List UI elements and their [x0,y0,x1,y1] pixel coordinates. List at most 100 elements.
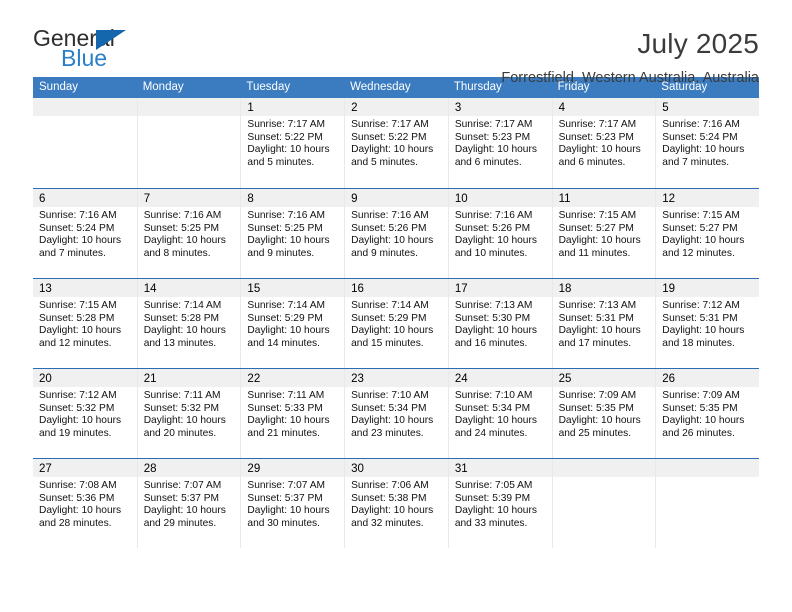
calendar-day-cell[interactable]: 27 Sunrise: 7:08 AM Sunset: 5:36 PM Dayligh… [33,459,137,548]
calendar-week-row: 27 Sunrise: 7:08 AM Sunset: 5:36 PM Dayligh… [33,458,759,548]
day-number-band [552,459,656,477]
calendar-day-cell[interactable]: 12 Sunrise: 7:15 AM Sunset: 5:27 PM Dayligh… [655,189,759,278]
daylight-text-line1: Daylight: 10 hours [39,235,122,247]
calendar-day-cell[interactable]: 25 Sunrise: 7:09 AM Sunset: 5:35 PM Dayligh… [551,369,656,458]
day-number-band: 13 [33,279,137,297]
calendar-day-cell[interactable]: 4 Sunrise: 7:17 AM Sunset: 5:23 PM Daylight… [551,98,656,188]
sunset-text: Sunset: 5:26 PM [454,222,531,234]
calendar-day-cell[interactable]: 21 Sunrise: 7:11 AM Sunset: 5:32 PM Dayligh… [136,369,241,458]
calendar-day-cell[interactable]: 23 Sunrise: 7:10 AM Sunset: 5:34 PM Dayligh… [344,369,448,458]
calendar-day-cell[interactable]: 10 Sunrise: 7:16 AM Sunset: 5:26 PM Dayligh… [447,189,552,278]
day-sun-info: Sunrise: 7:10 AM Sunset: 5:34 PM Daylight:… [345,387,448,440]
sunset-text: Sunset: 5:37 PM [247,492,323,504]
calendar-day-cell[interactable]: 15 Sunrise: 7:14 AM Sunset: 5:29 PM Dayligh… [240,279,345,368]
day-number-band: 1 [241,98,345,116]
calendar-day-cell[interactable]: 19 Sunrise: 7:12 AM Sunset: 5:31 PM Dayligh… [655,279,759,368]
day-number-band: 15 [241,279,345,297]
day-number: 13 [39,283,52,295]
day-number: 7 [143,193,151,205]
weekday-header-saturday: Saturday [661,81,708,93]
calendar-day-cell[interactable]: 16 Sunrise: 7:14 AM Sunset: 5:29 PM Dayligh… [344,279,448,368]
calendar-day-cell[interactable]: 24 Sunrise: 7:10 AM Sunset: 5:34 PM Dayligh… [447,369,552,458]
daylight-text-line1: Daylight: 10 hours [351,235,434,247]
day-number-band: 7 [137,189,241,207]
calendar-day-cell[interactable]: 13 Sunrise: 7:15 AM Sunset: 5:28 PM Dayligh… [33,279,137,368]
day-number-band [137,98,241,116]
daylight-text-line2: and 10 minutes. [454,247,528,259]
day-number-band: 23 [345,369,448,387]
calendar-day-cell[interactable]: 2 Sunrise: 7:17 AM Sunset: 5:22 PM Daylight… [344,98,448,188]
day-number-band: 26 [656,369,759,387]
sunset-text: Sunset: 5:28 PM [39,312,115,324]
calendar-day-cell[interactable]: 30 Sunrise: 7:06 AM Sunset: 5:38 PM Dayligh… [344,459,448,548]
day-sun-info: Sunrise: 7:14 AM Sunset: 5:28 PM Daylight:… [138,297,241,350]
calendar-day-cell[interactable]: 3 Sunrise: 7:17 AM Sunset: 5:23 PM Daylight… [447,98,552,188]
sunrise-text: Sunrise: 7:15 AM [39,300,117,311]
sunrise-text: Sunrise: 7:16 AM [247,210,326,221]
sunset-text: Sunset: 5:36 PM [39,492,115,504]
sunset-text: Sunset: 5:27 PM [662,222,738,234]
day-number: 28 [143,463,157,475]
sunset-text: Sunset: 5:24 PM [662,131,738,143]
day-sun-info: Sunrise: 7:17 AM Sunset: 5:22 PM Daylight:… [241,116,344,169]
calendar-cell-empty [655,459,759,548]
calendar-day-cell[interactable]: 6 Sunrise: 7:16 AM Sunset: 5:24 PM Daylight… [33,189,137,278]
day-number-band: 28 [137,459,241,477]
sunrise-text: Sunrise: 7:11 AM [247,390,325,401]
day-sun-info: Sunrise: 7:16 AM Sunset: 5:26 PM Daylight:… [449,207,552,260]
day-number-band [656,459,759,477]
daylight-text-line1: Daylight: 10 hours [558,235,641,247]
general-blue-logo[interactable]: General Blue [33,26,173,72]
day-number: 1 [247,102,254,114]
calendar-day-cell[interactable]: 9 Sunrise: 7:16 AM Sunset: 5:26 PM Daylight… [344,189,448,278]
day-number-band: 16 [345,279,448,297]
sunrise-text: Sunrise: 7:16 AM [39,210,117,221]
daylight-text-line2: and 33 minutes. [454,517,528,529]
day-sun-info: Sunrise: 7:17 AM Sunset: 5:23 PM Daylight:… [449,116,552,169]
daylight-text-line2: and 9 minutes. [351,247,418,259]
day-number-band: 3 [448,98,552,116]
day-sun-info: Sunrise: 7:13 AM Sunset: 5:30 PM Daylight:… [449,297,552,350]
daylight-text-line2: and 12 minutes. [39,337,112,349]
day-sun-info: Sunrise: 7:16 AM Sunset: 5:26 PM Daylight:… [345,207,448,260]
weekday-header-row: Sunday Monday Tuesday Wednesday Thursday Frid… [33,77,759,98]
daylight-text-line2: and 7 minutes. [662,156,730,168]
day-sun-info: Sunrise: 7:09 AM Sunset: 5:35 PM Daylight:… [656,387,759,440]
calendar-day-cell[interactable]: 20 Sunrise: 7:12 AM Sunset: 5:32 PM Dayligh… [33,369,137,458]
weekday-header-tuesday: Tuesday [246,81,291,93]
calendar-day-cell[interactable]: 29 Sunrise: 7:07 AM Sunset: 5:37 PM Dayligh… [240,459,345,548]
daylight-text-line2: and 12 minutes. [662,247,735,259]
day-sun-info: Sunrise: 7:07 AM Sunset: 5:37 PM Daylight:… [241,477,344,530]
daylight-text-line1: Daylight: 10 hours [662,235,745,247]
calendar-day-cell[interactable]: 11 Sunrise: 7:15 AM Sunset: 5:27 PM Dayligh… [551,189,656,278]
daylight-text-line1: Daylight: 10 hours [351,505,434,517]
day-number-band: 4 [552,98,656,116]
calendar-day-cell[interactable]: 14 Sunrise: 7:14 AM Sunset: 5:28 PM Dayligh… [136,279,241,368]
calendar-day-cell[interactable]: 7 Sunrise: 7:16 AM Sunset: 5:25 PM Daylight… [136,189,241,278]
calendar-day-cell[interactable]: 28 Sunrise: 7:07 AM Sunset: 5:37 PM Dayligh… [136,459,241,548]
sunset-text: Sunset: 5:32 PM [39,402,115,414]
calendar-day-cell[interactable]: 8 Sunrise: 7:16 AM Sunset: 5:25 PM Daylight… [240,189,345,278]
daylight-text-line1: Daylight: 10 hours [454,144,537,156]
calendar-day-cell[interactable]: 1 Sunrise: 7:17 AM Sunset: 5:22 PM Daylight… [240,98,345,188]
sunrise-text: Sunrise: 7:07 AM [247,480,326,491]
sunset-text: Sunset: 5:34 PM [351,402,427,414]
calendar-day-cell[interactable]: 31 Sunrise: 7:05 AM Sunset: 5:39 PM Dayligh… [447,459,552,548]
day-number: 26 [662,373,676,385]
calendar-day-cell[interactable]: 26 Sunrise: 7:09 AM Sunset: 5:35 PM Dayligh… [655,369,759,458]
calendar-day-cell[interactable]: 17 Sunrise: 7:13 AM Sunset: 5:30 PM Dayligh… [447,279,552,368]
sunset-text: Sunset: 5:33 PM [247,402,323,414]
day-number-band: 9 [345,189,448,207]
calendar-day-cell[interactable]: 18 Sunrise: 7:13 AM Sunset: 5:31 PM Dayligh… [551,279,656,368]
daylight-text-line1: Daylight: 10 hours [454,235,537,247]
sunrise-text: Sunrise: 7:12 AM [39,390,117,401]
day-number: 4 [558,102,565,114]
day-number: 6 [39,193,46,205]
daylight-text-line2: and 25 minutes. [558,427,632,439]
calendar-day-cell[interactable]: 5 Sunrise: 7:16 AM Sunset: 5:24 PM Daylight… [655,98,759,188]
calendar-day-cell[interactable]: 22 Sunrise: 7:11 AM Sunset: 5:33 PM Dayligh… [240,369,345,458]
day-number: 30 [351,463,364,475]
day-number: 8 [247,193,254,205]
daylight-text-line2: and 7 minutes. [39,247,106,259]
day-number-band: 5 [656,98,759,116]
